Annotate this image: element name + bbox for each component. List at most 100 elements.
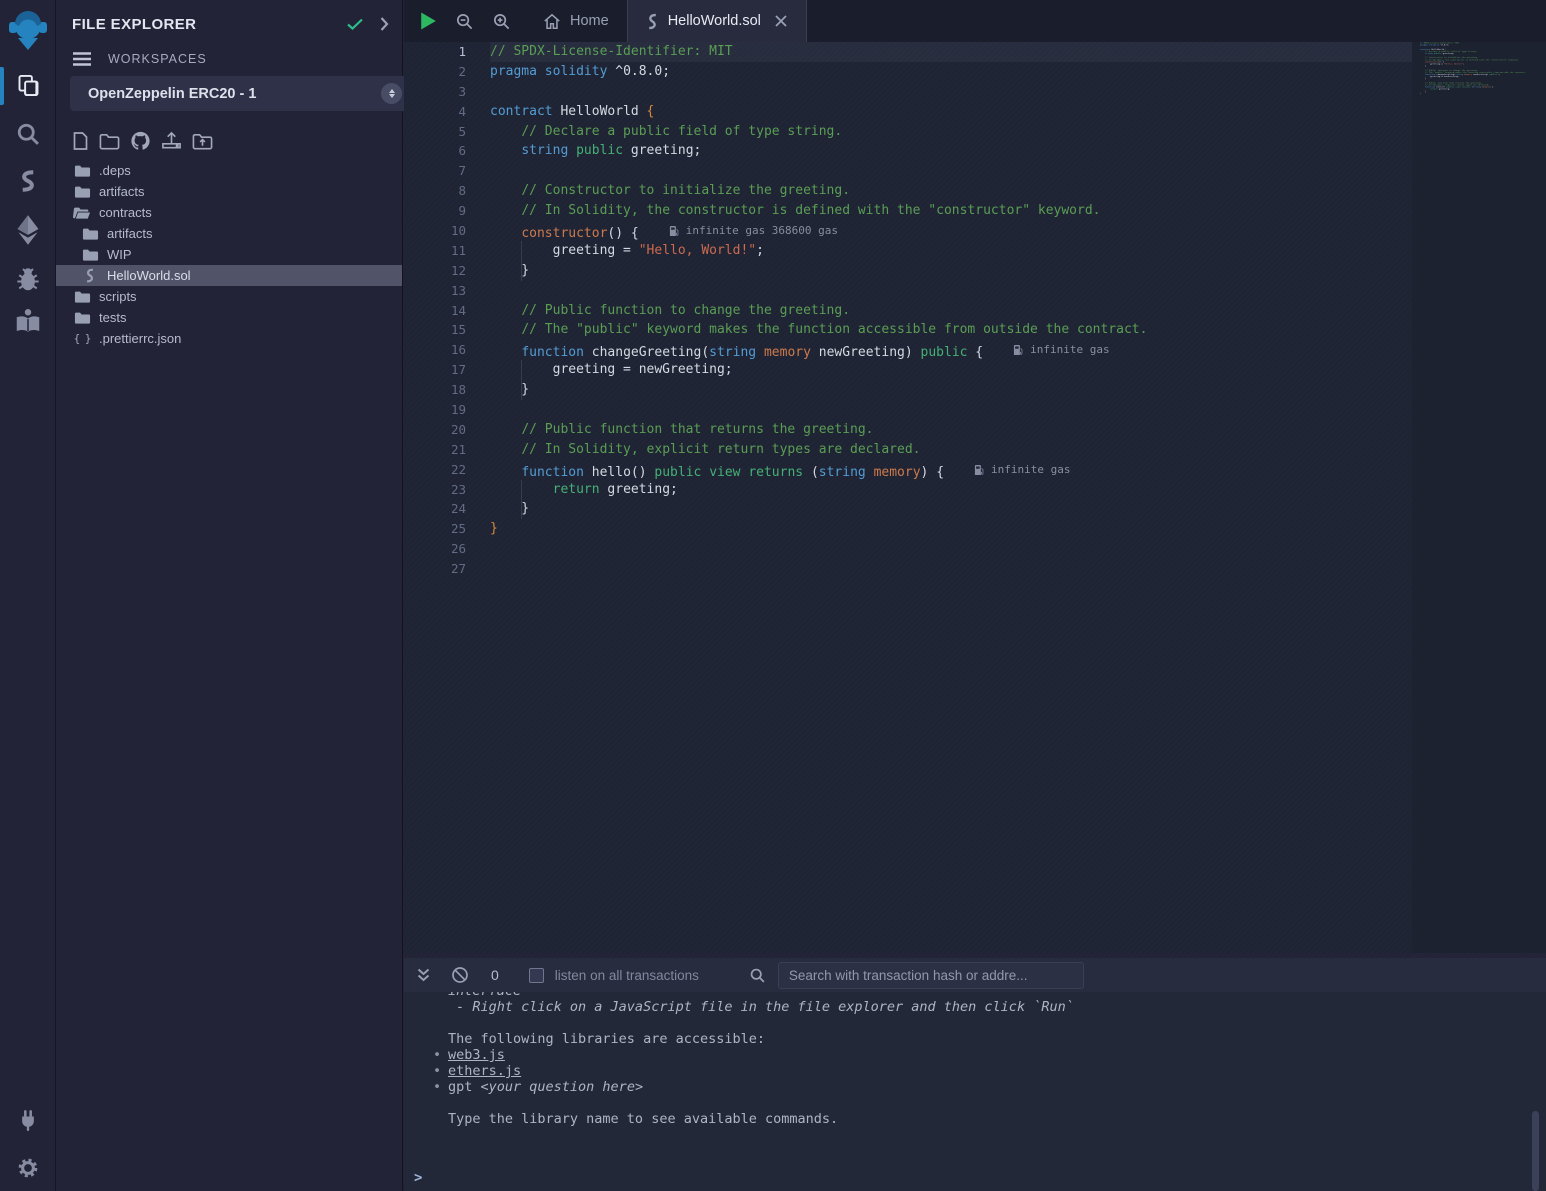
deploy-run-icon[interactable] [0, 214, 56, 246]
new-folder-icon[interactable] [99, 132, 120, 150]
line-number: 14 [404, 301, 490, 321]
tree-item-label: tests [99, 310, 126, 325]
line-number: 21 [404, 440, 490, 460]
code-editor[interactable]: 1// SPDX-License-Identifier: MIT2pragma … [404, 42, 1546, 953]
code-line[interactable]: 19 [404, 400, 1412, 420]
remix-logo[interactable] [0, 8, 56, 54]
zoom-out-icon[interactable] [455, 12, 474, 31]
settings-icon[interactable] [0, 1154, 56, 1182]
code-line[interactable]: 3 [404, 82, 1412, 102]
listen-transactions-checkbox[interactable] [529, 968, 544, 983]
check-icon[interactable] [346, 16, 364, 32]
terminal-scrollbar[interactable] [1532, 1111, 1539, 1191]
indent-guide [521, 480, 522, 500]
zoom-in-icon[interactable] [492, 12, 511, 31]
workspaces-menu-icon[interactable] [72, 51, 92, 67]
tree-item-scripts[interactable]: scripts [56, 286, 402, 307]
tree-item-artifacts[interactable]: artifacts [56, 181, 402, 202]
terminal-line [404, 1015, 1546, 1031]
tree-item--deps[interactable]: .deps [56, 160, 402, 181]
gas-estimate-annotation: infinite gas [974, 460, 1070, 480]
code-line[interactable]: 18 } [404, 380, 1412, 400]
terminal-output: interface - Right click on a JavaScript … [404, 992, 1546, 1191]
code-line[interactable]: 25} [404, 519, 1412, 539]
collapse-terminal-icon[interactable] [416, 967, 431, 983]
debugger-icon[interactable] [0, 264, 56, 294]
tab-home[interactable]: Home [525, 0, 627, 42]
code-line[interactable]: 5 // Declare a public field of type stri… [404, 122, 1412, 142]
code-text [490, 539, 1412, 559]
terminal-search-icon [749, 967, 766, 984]
code-text: // In Solidity, the constructor is defin… [490, 201, 1412, 221]
code-line[interactable]: 27 [404, 559, 1412, 579]
solidity-compiler-icon[interactable] [0, 166, 56, 196]
code-line[interactable]: 22 function hello() public view returns … [404, 460, 1412, 480]
code-line[interactable]: 7 [404, 161, 1412, 181]
terminal-line: •gpt <your question here> [404, 1079, 1546, 1095]
code-line[interactable]: 23 return greeting; [404, 480, 1412, 500]
terminal-link[interactable]: ethers.js [448, 1063, 521, 1079]
file-explorer-icon[interactable] [0, 72, 56, 99]
code-line[interactable]: 15 // The "public" keyword makes the fun… [404, 320, 1412, 340]
workspace-dropdown-icon[interactable] [381, 83, 402, 104]
search-icon[interactable] [0, 120, 56, 148]
code-line[interactable]: 12 } [404, 261, 1412, 281]
code-line[interactable]: 26 [404, 539, 1412, 559]
clear-console-icon[interactable] [451, 966, 469, 984]
tree-item-contracts[interactable]: contracts [56, 202, 402, 223]
tree-item-label: contracts [99, 205, 152, 220]
code-line[interactable]: 11 greeting = "Hello, World!"; [404, 241, 1412, 261]
new-file-icon[interactable] [72, 131, 89, 151]
terminal-lines: interface - Right click on a JavaScript … [404, 992, 1546, 1127]
code-line[interactable]: 14 // Public function to change the gree… [404, 301, 1412, 321]
close-icon[interactable] [774, 14, 788, 28]
code-line[interactable]: 1// SPDX-License-Identifier: MIT [404, 42, 1412, 62]
code-line[interactable]: 9 // In Solidity, the constructor is def… [404, 201, 1412, 221]
tree-item-label: .prettierrc.json [99, 331, 181, 346]
code-line[interactable]: 4contract HelloWorld { [404, 102, 1412, 122]
tree-item-wip[interactable]: WIP [56, 244, 402, 265]
line-number: 24 [404, 499, 490, 519]
code-line[interactable]: 6 string public greeting; [404, 141, 1412, 161]
listen-transactions-label: listen on all transactions [555, 968, 699, 983]
import-folder-icon[interactable] [192, 132, 213, 150]
line-number: 12 [404, 261, 490, 281]
code-text: } [490, 519, 1412, 539]
code-line[interactable]: 24 } [404, 499, 1412, 519]
icon-sidebar [0, 0, 56, 1191]
tree-item-tests[interactable]: tests [56, 307, 402, 328]
folder-icon [72, 185, 92, 199]
workspace-name: OpenZeppelin ERC20 - 1 [88, 86, 381, 102]
github-icon[interactable] [130, 131, 151, 151]
minimap[interactable]: // SPDX-License-Identifier: MITpragma so… [1420, 42, 1542, 99]
upload-icon[interactable] [161, 131, 182, 151]
workspace-selector[interactable]: OpenZeppelin ERC20 - 1 [70, 76, 412, 111]
tab-label: HelloWorld.sol [668, 13, 761, 29]
terminal-line: •ethers.js [404, 1063, 1546, 1079]
code-text: // SPDX-License-Identifier: MIT [490, 42, 1412, 62]
run-icon[interactable] [420, 11, 437, 31]
line-number: 19 [404, 400, 490, 420]
code-text: // Constructor to initialize the greetin… [490, 181, 1412, 201]
tree-item-artifacts[interactable]: artifacts [56, 223, 402, 244]
terminal-link[interactable]: web3.js [448, 1047, 505, 1063]
tree-item-helloworld-sol[interactable]: HelloWorld.sol [56, 265, 402, 286]
code-line[interactable]: 17 greeting = newGreeting; [404, 360, 1412, 380]
code-line[interactable]: 20 // Public function that returns the g… [404, 420, 1412, 440]
chevron-right-icon[interactable] [378, 16, 390, 32]
code-line[interactable]: 8 // Constructor to initialize the greet… [404, 181, 1412, 201]
code-line[interactable]: 16 function changeGreeting(string memory… [404, 340, 1412, 360]
terminal-search-input[interactable] [778, 962, 1084, 989]
tree-item--prettierrc-json[interactable]: { }.prettierrc.json [56, 328, 402, 349]
file-tree: .depsartifactscontractsartifactsWIPHello… [56, 160, 402, 349]
code-line[interactable]: 10 constructor() {infinite gas 368600 ga… [404, 221, 1412, 241]
plugin-manager-icon[interactable] [0, 1106, 56, 1134]
learneth-icon[interactable] [0, 306, 56, 336]
editor-topbar: Home HelloWorld.sol [404, 0, 1546, 42]
code-line[interactable]: 2pragma solidity ^0.8.0; [404, 62, 1412, 82]
terminal-prompt[interactable]: > [414, 1170, 422, 1186]
tab-helloworld-sol[interactable]: HelloWorld.sol [627, 0, 807, 42]
code-line[interactable]: 13 [404, 281, 1412, 301]
code-line[interactable]: 21 // In Solidity, explicit return types… [404, 440, 1412, 460]
line-number: 23 [404, 480, 490, 500]
